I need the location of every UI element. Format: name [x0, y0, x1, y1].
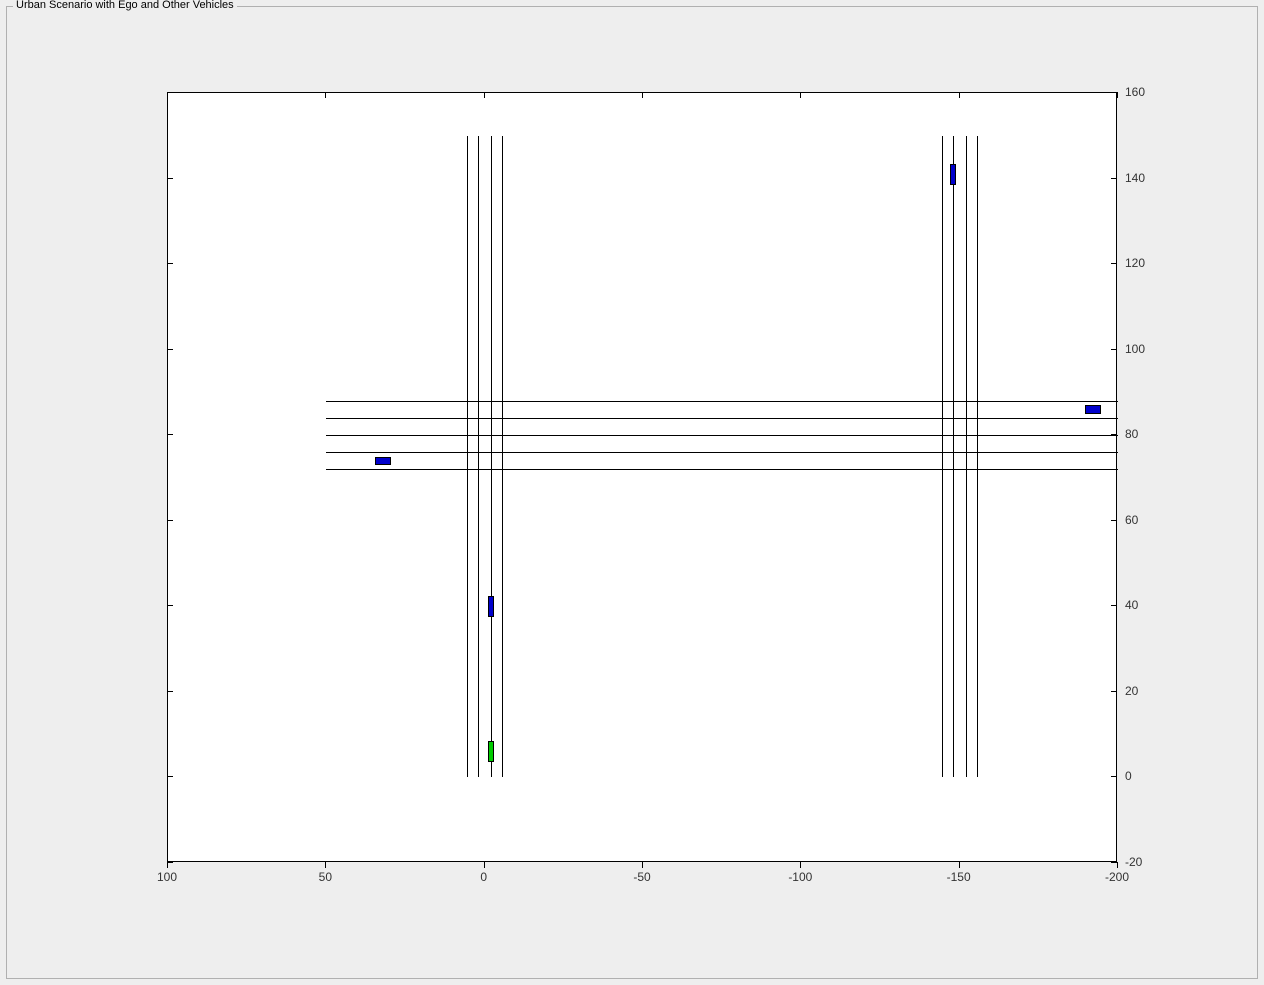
- vehicle-other-3: [1085, 405, 1101, 414]
- x-tick-top: [484, 92, 485, 98]
- y-tick-left: [167, 691, 173, 692]
- x-tick-label: 0: [480, 870, 487, 884]
- road-line-vertical: [478, 136, 479, 778]
- panel-title: Urban Scenario with Ego and Other Vehicl…: [13, 0, 237, 11]
- x-tick-label: 50: [319, 870, 332, 884]
- y-tick-right: [1111, 92, 1117, 93]
- road-line-horizontal: [326, 469, 1118, 470]
- road-line-vertical: [502, 136, 503, 778]
- road-line-vertical: [491, 136, 492, 778]
- y-tick-label: 60: [1125, 513, 1138, 527]
- x-tick-top: [325, 92, 326, 98]
- y-tick-label: 80: [1125, 427, 1138, 441]
- x-tick-label: 100: [157, 870, 177, 884]
- y-tick-left: [167, 434, 173, 435]
- y-tick-left: [167, 862, 173, 863]
- x-tick: [484, 862, 485, 868]
- road-line-horizontal: [326, 418, 1118, 419]
- y-tick-label: 120: [1125, 256, 1145, 270]
- y-tick-label: 20: [1125, 684, 1138, 698]
- vehicle-other-1: [488, 596, 494, 617]
- vehicle-ego: [488, 741, 494, 762]
- road-line-horizontal: [326, 452, 1118, 453]
- vehicle-other-4: [950, 164, 956, 185]
- x-tick-label: -50: [633, 870, 650, 884]
- axes[interactable]: [167, 92, 1117, 862]
- x-tick-top: [800, 92, 801, 98]
- y-tick-label: 40: [1125, 598, 1138, 612]
- y-tick-right: [1111, 691, 1117, 692]
- road-line-vertical: [953, 136, 954, 778]
- x-tick: [1117, 862, 1118, 868]
- x-tick-label: -200: [1105, 870, 1129, 884]
- y-tick-label: 140: [1125, 171, 1145, 185]
- road-line-vertical: [942, 136, 943, 778]
- y-tick-label: 100: [1125, 342, 1145, 356]
- x-tick-label: -100: [788, 870, 812, 884]
- x-tick: [642, 862, 643, 868]
- vehicle-other-2: [375, 457, 391, 466]
- y-tick-left: [167, 520, 173, 521]
- figure-panel: Urban Scenario with Ego and Other Vehicl…: [6, 6, 1258, 979]
- y-tick-left: [167, 263, 173, 264]
- road-line-vertical: [966, 136, 967, 778]
- road-line-vertical: [467, 136, 468, 778]
- y-tick-right: [1111, 263, 1117, 264]
- y-tick-right: [1111, 349, 1117, 350]
- y-tick-left: [167, 92, 173, 93]
- x-tick-top: [642, 92, 643, 98]
- y-tick-left: [167, 776, 173, 777]
- road-line-horizontal: [326, 401, 1118, 402]
- y-tick-label: -20: [1125, 855, 1142, 869]
- x-tick: [800, 862, 801, 868]
- x-tick: [959, 862, 960, 868]
- y-tick-left: [167, 349, 173, 350]
- y-tick-left: [167, 605, 173, 606]
- y-tick-label: 0: [1125, 769, 1132, 783]
- x-tick-top: [959, 92, 960, 98]
- y-tick-label: 160: [1125, 85, 1145, 99]
- y-tick-right: [1111, 776, 1117, 777]
- x-tick: [325, 862, 326, 868]
- y-tick-right: [1111, 520, 1117, 521]
- y-tick-right: [1111, 434, 1117, 435]
- y-tick-right: [1111, 605, 1117, 606]
- road-line-horizontal: [326, 435, 1118, 436]
- road-line-vertical: [977, 136, 978, 778]
- y-tick-left: [167, 178, 173, 179]
- x-tick-top: [1117, 92, 1118, 98]
- y-tick-right: [1111, 178, 1117, 179]
- x-tick-label: -150: [947, 870, 971, 884]
- y-tick-right: [1111, 862, 1117, 863]
